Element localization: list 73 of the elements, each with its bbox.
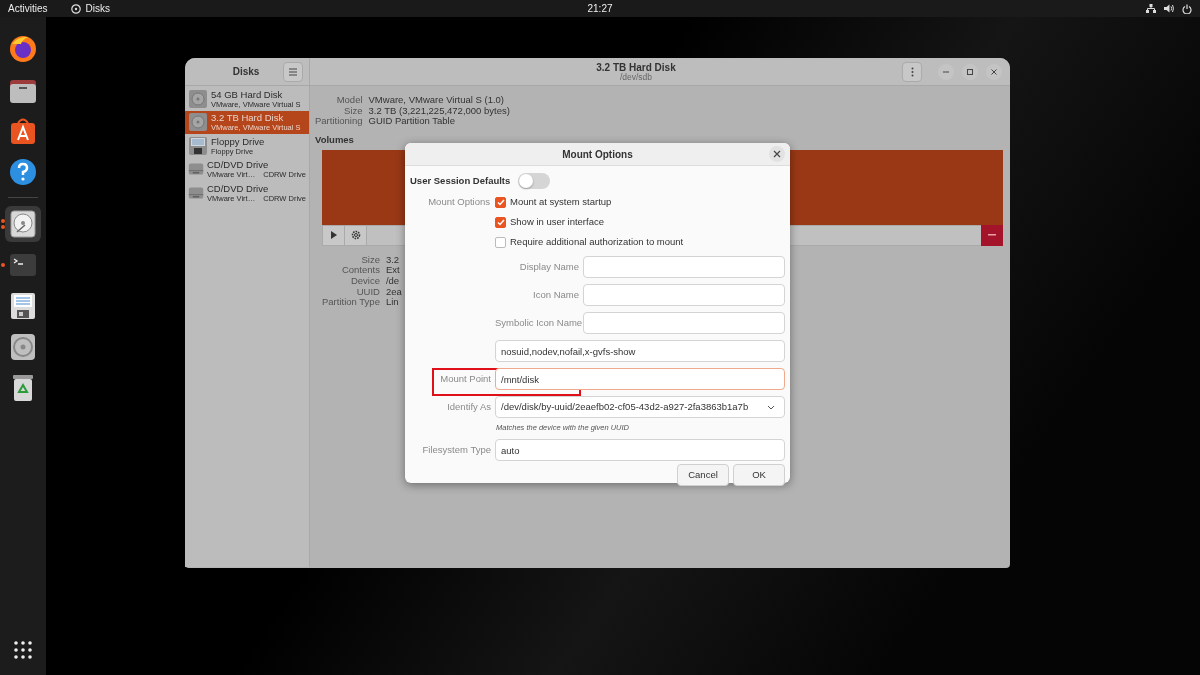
dialog-button[interactable]: Cancel [677,464,729,487]
input-field[interactable] [583,256,785,278]
input-field[interactable]: nosuid,nodev,nofail,x-gvfs-show [495,340,785,362]
checkbox[interactable] [495,196,506,208]
info-value: VMware, VMware Virtual S (1.0) [368,95,506,106]
power-icon [1182,3,1192,14]
info-label: Contents [340,265,380,276]
checkbox-label: Mount at system startup [510,194,612,209]
checkbox-label: Show in user interface [510,214,604,229]
toggle-label: User Session Defaults [410,173,511,188]
window-subtitle: /dev/sdb [619,72,653,82]
minus-icon [988,234,996,237]
gear-icon [350,230,361,241]
drive-name: CD/DVD Drive [207,182,270,194]
drive-name: 54 GB Hard Disk [211,88,284,100]
maximize-icon [965,66,975,77]
dropdown[interactable]: /dev/disk/by-uuid/2eaefb02-cf05-43d2-a927-2fa3863b1a7b [495,396,785,418]
caret-icon [767,404,775,410]
info-label: Partitioning [315,116,363,127]
kebab-icon [910,66,914,77]
settings-button[interactable] [345,225,367,245]
checkbox[interactable] [495,216,506,228]
close-icon [773,150,781,158]
section-heading: Volumes [314,132,354,145]
info-label: UUID [355,286,380,298]
info-label: Model [335,95,363,106]
close-button[interactable] [769,146,785,162]
info-value: Ext [385,265,401,276]
disk-icon [71,3,82,14]
window-title: 3.2 TB Hard Disk [596,61,676,73]
clock[interactable]: 21:27 [587,3,613,14]
info-value: Lin [385,297,400,308]
info-value: 3.2 TB (3,221,225,472,000 bytes) [368,105,510,117]
play-icon [329,231,338,240]
info-value: 3.2 [385,254,401,266]
dialog-button[interactable]: OK [733,464,785,487]
checkbox-label: Require additional authorization to mount [510,234,684,249]
maximize-button[interactable] [962,63,978,80]
help-icon [8,157,38,187]
sidebar-title: Disks [231,65,261,79]
close-icon [989,66,999,77]
field-label: Icon Name [532,287,579,302]
field-label: Identify As [446,399,491,414]
input-field[interactable]: auto [495,439,785,462]
field-label: Filesystem Type [421,443,491,458]
activities-button[interactable]: Activities [8,1,48,16]
info-label: Partition Type [322,297,380,308]
close-button[interactable] [986,63,1002,80]
field-label: Display Name [518,259,579,274]
dialog-title: Mount Options [562,147,633,162]
firefox-icon [8,34,38,64]
network-icon [1146,4,1156,13]
mount-button[interactable] [323,225,345,245]
toggle-switch[interactable] [518,173,551,189]
info-value: GUID Partition Table [368,116,455,127]
volume-icon [1164,4,1174,13]
input-field[interactable]: /mnt/disk [495,368,785,390]
app-grid-icon [14,641,32,659]
info-label: Size [360,254,380,266]
group-label: Mount Options [427,195,491,209]
info-value: /de [385,275,401,287]
input-field[interactable] [583,312,785,334]
info-label: Device [349,275,380,287]
drive-name: 3.2 TB Hard Disk [211,112,285,124]
menu-icon [288,67,298,76]
info-label: Size [343,105,363,117]
input-field[interactable] [583,284,785,306]
drive-name: Floppy Drive [211,135,265,147]
app-menu-label[interactable]: Disks [85,1,110,16]
shopping-bag-icon [8,116,38,146]
info-value: 2ea [385,286,402,298]
checkbox[interactable] [495,236,506,248]
drive-name: CD/DVD Drive [207,159,270,171]
